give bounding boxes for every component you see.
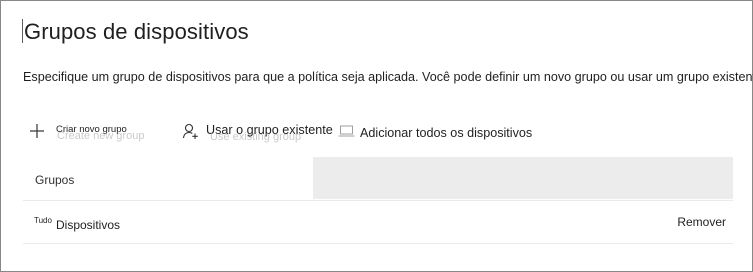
add-all-devices-button[interactable]: Adicionar todos os dispositivos [337,117,532,145]
use-existing-group-button[interactable]: Usar o grupo existente Use existing grou… [181,117,336,145]
table-row: Tudo Dispositivos Remover [23,201,733,243]
device-groups-panel: Grupos de dispositivos Especifique um gr… [0,0,753,272]
row-divider [23,243,733,244]
text-cursor [22,19,23,43]
row-name: Dispositivos [56,218,121,232]
laptop-icon [337,122,355,140]
add-all-devices-label: Adicionar todos os dispositivos [360,126,533,140]
plus-icon [28,122,46,140]
use-existing-group-ghost-label: Use existing group [210,131,302,143]
panel-description: Especifique um grupo de dispositivos par… [23,70,753,84]
table-header: Grupos [23,157,733,199]
remove-button[interactable]: Remover [677,215,726,229]
create-group-button[interactable]: Criar novo grupo Create new group [28,117,176,145]
add-person-icon [181,122,199,140]
column-header-fill [313,157,733,199]
page-title: Grupos de dispositivos [24,19,249,44]
row-tag: Tudo [34,216,52,225]
column-header-groups: Grupos [35,173,75,187]
toolbar: Criar novo grupo Create new group Usar o… [1,117,752,145]
create-group-ghost-label: Create new group [57,130,145,142]
